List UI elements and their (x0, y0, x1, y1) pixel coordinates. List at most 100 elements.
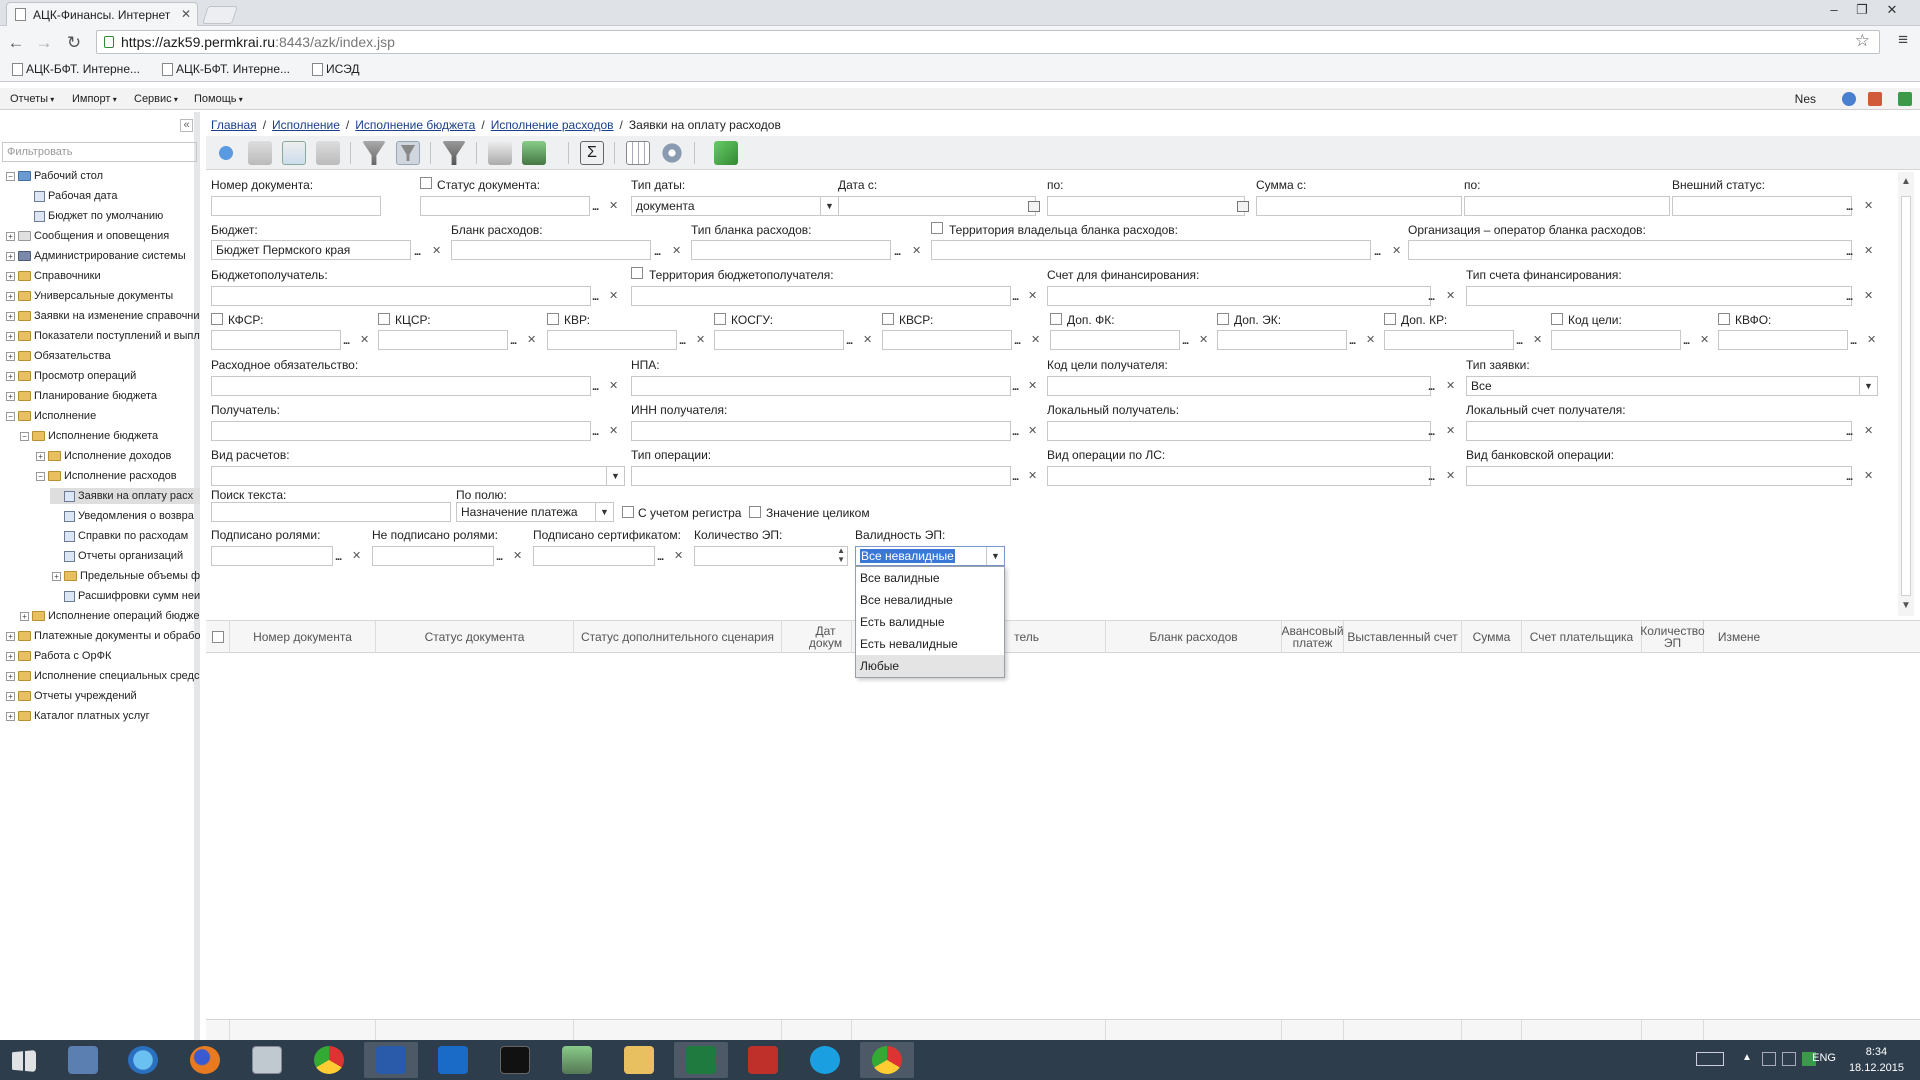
npa-clear-icon[interactable]: ✕ (1028, 379, 1037, 392)
form-exp-input[interactable] (451, 240, 651, 260)
goal-code-recipient-clear-icon[interactable]: ✕ (1446, 379, 1455, 392)
signed-cert-input[interactable] (533, 546, 655, 566)
expand-node-icon[interactable]: + (20, 611, 29, 621)
dop-fk-checkbox[interactable] (1050, 313, 1062, 325)
taskbar-skype[interactable] (798, 1042, 852, 1078)
exp-obligation-input[interactable] (211, 376, 591, 396)
kosgu-input[interactable] (714, 330, 844, 350)
date-from-input[interactable] (838, 196, 1036, 216)
date-type-select[interactable]: документа ▼ (631, 196, 839, 216)
taskbar-chrome-active[interactable] (860, 1042, 914, 1078)
column-header[interactable]: Авансовый платеж (1281, 621, 1344, 653)
bank-operation-type-picker-button[interactable]: ... (1846, 471, 1853, 483)
ls-operation-type-input[interactable] (1047, 466, 1431, 486)
operation-type-input[interactable] (631, 466, 1011, 486)
kcsr-checkbox[interactable] (378, 313, 390, 325)
filter-toggle-button[interactable] (396, 141, 420, 165)
by-field-select[interactable]: Назначение платежа ▼ (456, 502, 614, 522)
doc-status-checkbox[interactable] (420, 177, 432, 189)
doc-status-picker-button[interactable]: ... (592, 201, 599, 213)
close-tab-icon[interactable]: ✕ (181, 7, 191, 21)
kcsr-picker-button[interactable]: ... (510, 335, 517, 347)
column-header[interactable]: Количество ЭП (1640, 621, 1705, 653)
exp-obligation-picker-button[interactable]: ... (592, 381, 599, 393)
kvfo-picker-button[interactable]: ... (1850, 335, 1857, 347)
not-signed-roles-clear-icon[interactable]: ✕ (513, 549, 522, 562)
recipient-picker-button[interactable]: ... (592, 291, 599, 303)
new-tab-button[interactable] (202, 6, 238, 24)
expand-node-icon[interactable]: + (6, 691, 15, 701)
tree-item-return-notices[interactable]: Уведомления о возвра (64, 508, 194, 524)
tree-item-planning[interactable]: + Планирование бюджета (6, 388, 157, 404)
dop-kr-checkbox[interactable] (1384, 313, 1396, 325)
operation-type-picker-button[interactable]: ... (1012, 471, 1019, 483)
print-icon[interactable] (488, 141, 512, 165)
minimize-icon[interactable]: – (1820, 2, 1848, 20)
back-icon[interactable]: ← (6, 33, 26, 53)
tree-item-change-requests[interactable]: + Заявки на изменение справочни (6, 308, 200, 324)
taskbar-ie[interactable] (116, 1042, 170, 1078)
kosgu-picker-button[interactable]: ... (846, 335, 853, 347)
tree-item-default-budget[interactable]: Бюджет по умолчанию (34, 208, 163, 224)
kvsr-input[interactable] (882, 330, 1012, 350)
calendar-icon[interactable] (1237, 201, 1249, 212)
menu-help[interactable]: Помощь (194, 93, 243, 105)
dop-ek-picker-button[interactable]: ... (1349, 335, 1356, 347)
kvsr-checkbox[interactable] (882, 313, 894, 325)
kosgu-clear-icon[interactable]: ✕ (863, 333, 872, 346)
budget-clear-icon[interactable]: ✕ (432, 244, 441, 257)
dop-ek-checkbox[interactable] (1217, 313, 1229, 325)
browser-menu-icon[interactable]: ≡ (1898, 30, 1908, 50)
tree-item-references[interactable]: + Справочники (6, 268, 101, 284)
exit-icon[interactable] (1898, 92, 1912, 106)
ext-status-clear-icon[interactable]: ✕ (1864, 199, 1873, 212)
start-button[interactable] (0, 1042, 50, 1078)
tree-item-income-execution[interactable]: + Исполнение доходов (36, 448, 171, 464)
payee-clear-icon[interactable]: ✕ (609, 424, 618, 437)
ep-validity-select[interactable]: Все невалидные ▼ (855, 546, 1005, 566)
ep-count-stepper[interactable]: ▲ ▼ (694, 546, 848, 566)
ls-operation-type-clear-icon[interactable]: ✕ (1446, 469, 1455, 482)
dropdown-option[interactable]: Все невалидные (856, 589, 1004, 611)
bank-operation-type-clear-icon[interactable]: ✕ (1864, 469, 1873, 482)
sum-to-input[interactable] (1464, 196, 1670, 216)
kvr-input[interactable] (547, 330, 677, 350)
expand-node-icon[interactable]: + (36, 451, 45, 461)
ext-status-picker-button[interactable]: ... (1846, 201, 1853, 213)
taskbar-firefox[interactable] (178, 1042, 232, 1078)
owner-terr-input[interactable] (931, 240, 1371, 260)
case-sensitive-checkbox[interactable] (622, 506, 634, 518)
taskbar-folder[interactable] (612, 1042, 666, 1078)
reload-icon[interactable]: ↻ (64, 33, 84, 53)
expand-node-icon[interactable]: + (6, 291, 15, 301)
goal-code-picker-button[interactable]: ... (1683, 335, 1690, 347)
language-indicator[interactable]: ENG (1812, 1052, 1836, 1064)
fin-account-type-picker-button[interactable]: ... (1846, 291, 1853, 303)
signed-roles-input[interactable] (211, 546, 333, 566)
column-header[interactable]: Измене (1704, 621, 1774, 653)
signed-roles-clear-icon[interactable]: ✕ (352, 549, 361, 562)
fin-account-input[interactable] (1047, 286, 1431, 306)
npa-input[interactable] (631, 376, 1011, 396)
kfsr-picker-button[interactable]: ... (343, 335, 350, 347)
expand-node-icon[interactable]: + (6, 311, 15, 321)
scroll-down-icon[interactable]: ▼ (1901, 600, 1911, 611)
close-window-icon[interactable]: ✕ (1878, 2, 1906, 20)
taskbar-calculator[interactable] (240, 1042, 294, 1078)
bookmark-item[interactable]: ИСЭД (310, 62, 360, 76)
collapse-node-icon[interactable]: − (20, 431, 29, 441)
taskbar-outlook[interactable] (426, 1042, 480, 1078)
tree-item-special-funds[interactable]: + Исполнение специальных средс (6, 668, 199, 684)
operator-org-clear-icon[interactable]: ✕ (1864, 244, 1873, 257)
scroll-up-icon[interactable]: ▲ (1901, 176, 1911, 187)
fin-account-type-clear-icon[interactable]: ✕ (1864, 289, 1873, 302)
keyboard-icon[interactable] (1696, 1052, 1724, 1066)
tree-item-desktop[interactable]: − Рабочий стол (6, 168, 103, 184)
goal-code-recipient-input[interactable] (1047, 376, 1431, 396)
dop-kr-input[interactable] (1384, 330, 1514, 350)
tree-item-work-date[interactable]: Рабочая дата (34, 188, 117, 204)
kvfo-clear-icon[interactable]: ✕ (1867, 333, 1876, 346)
kvfo-checkbox[interactable] (1718, 313, 1730, 325)
kosgu-checkbox[interactable] (714, 313, 726, 325)
form-exp-picker-button[interactable]: ... (654, 246, 661, 258)
